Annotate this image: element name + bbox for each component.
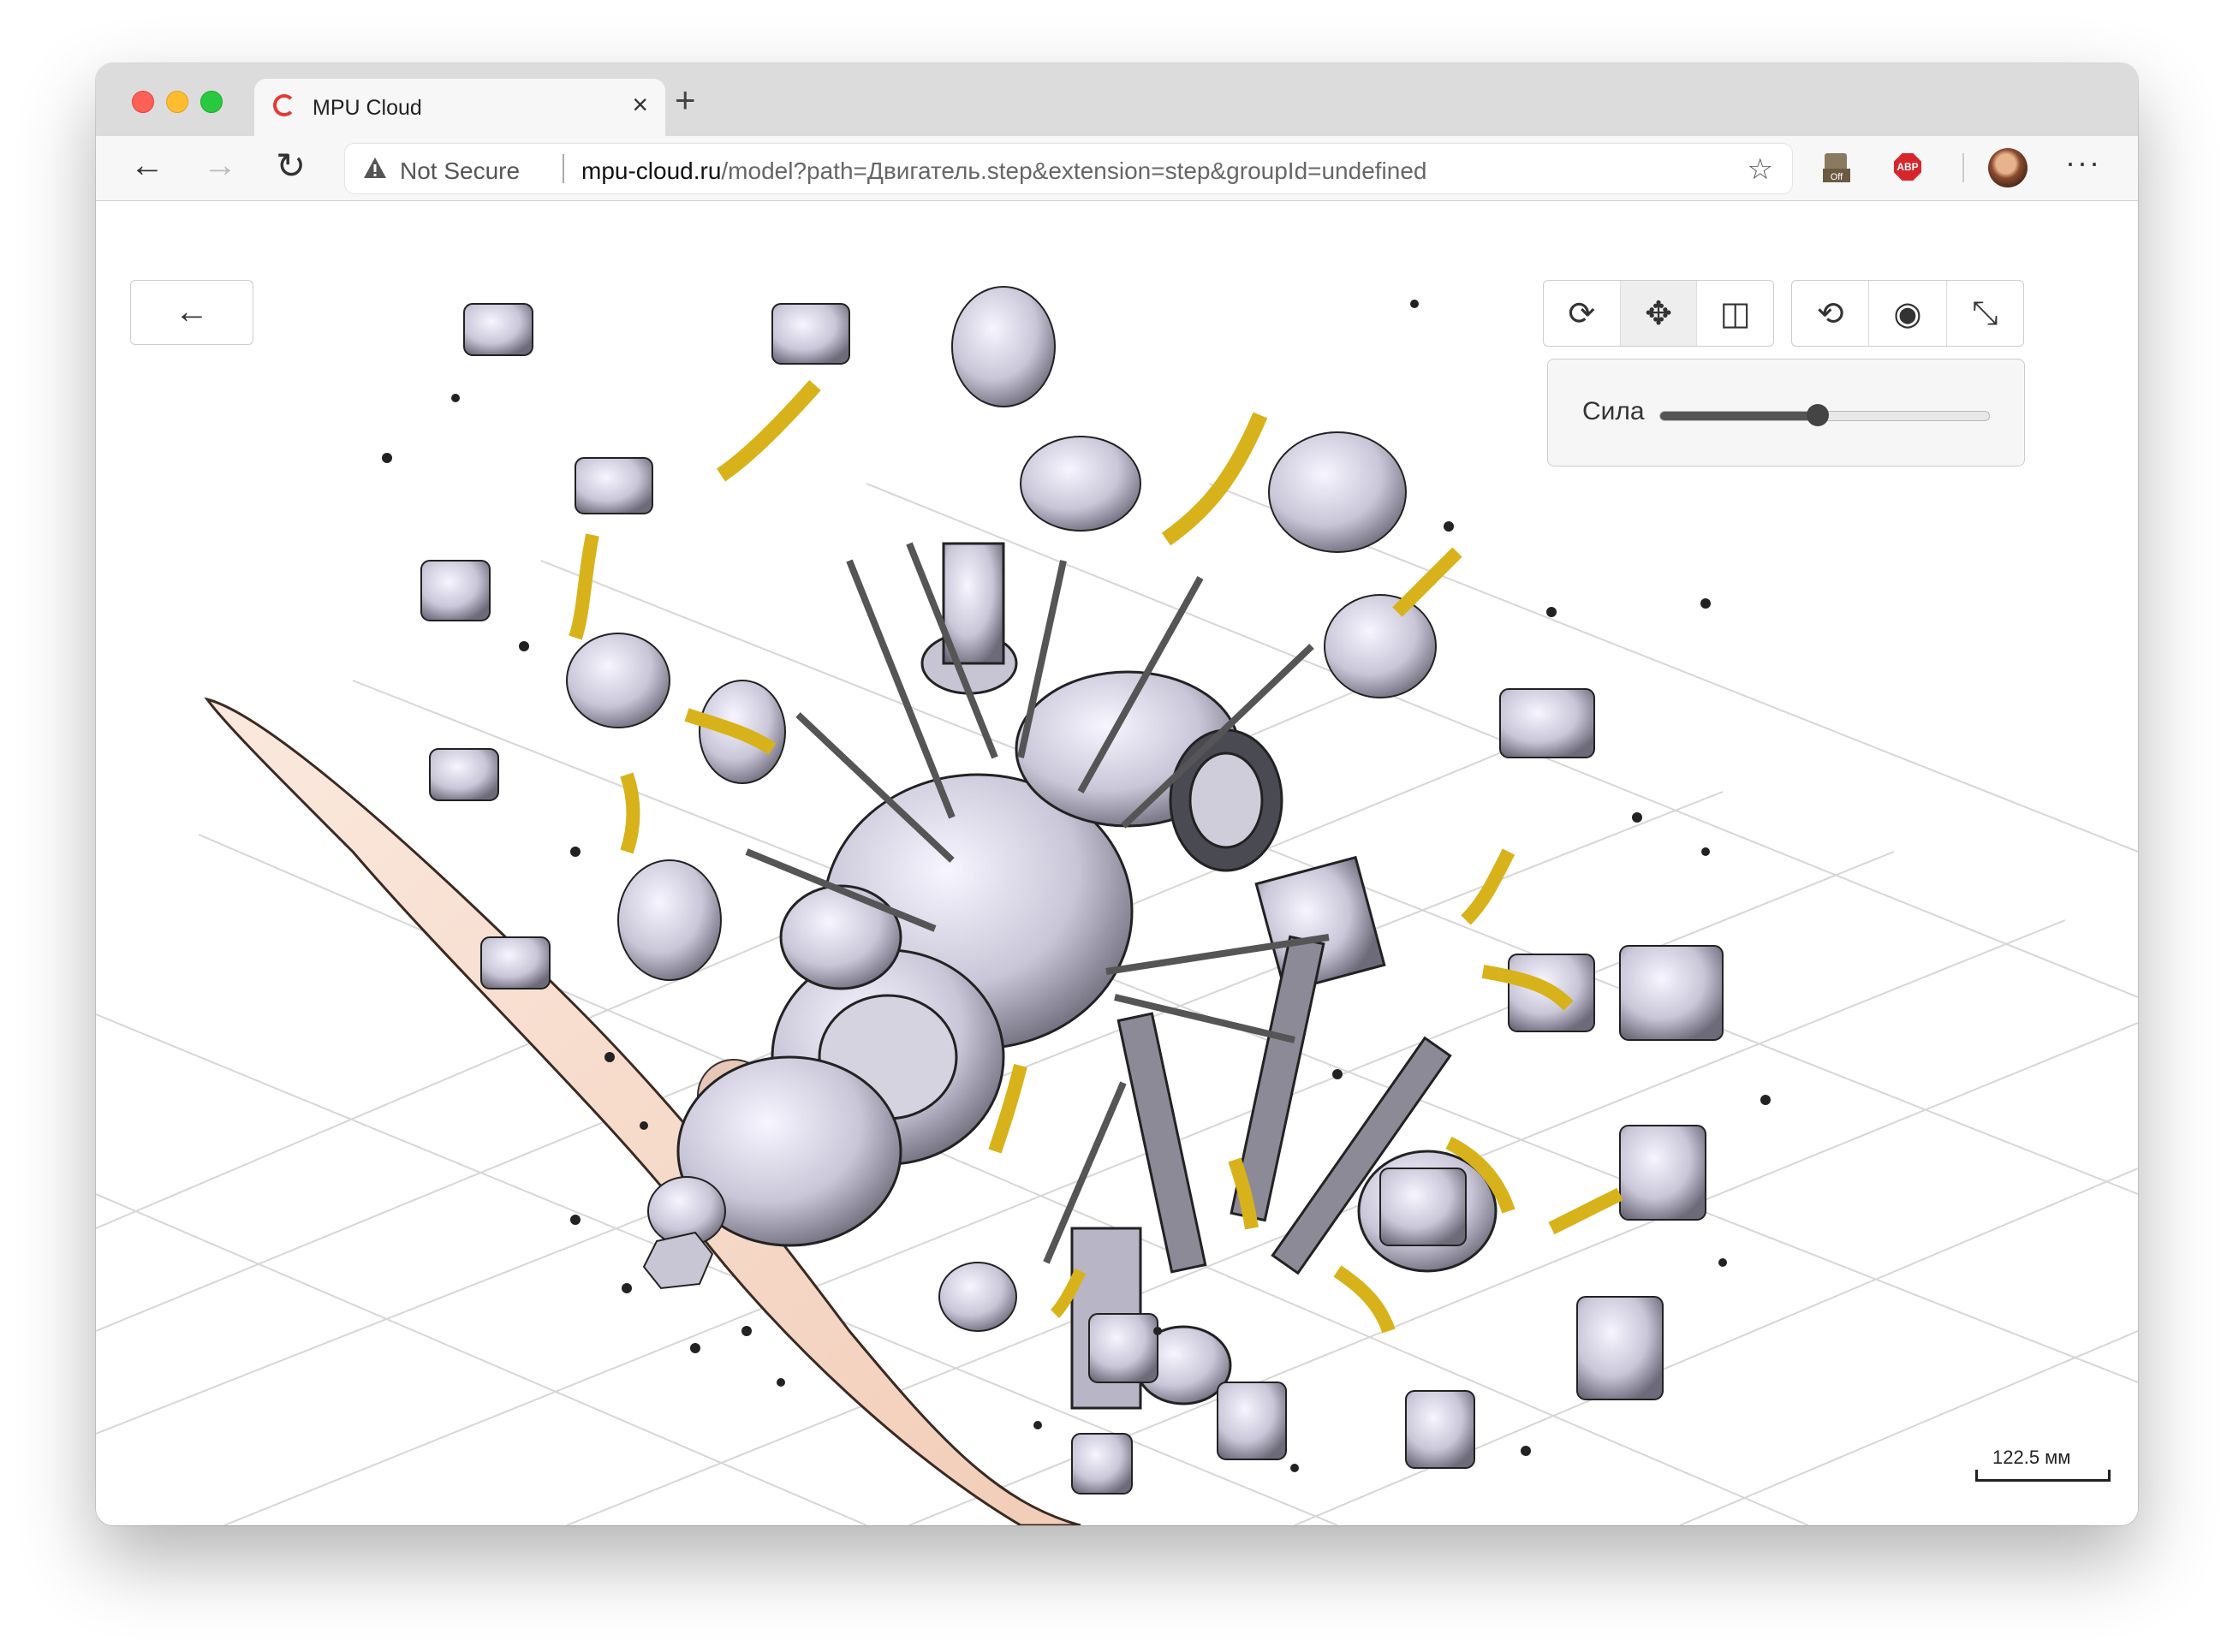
scale-bar [1975, 1470, 2111, 1482]
back-arrow-icon[interactable]: ← [130, 148, 164, 182]
back-button[interactable]: ← [130, 280, 253, 345]
zoom-window-button[interactable] [200, 91, 223, 113]
force-label: Сила [1582, 397, 1645, 425]
visibility-button[interactable]: ◉ [1869, 281, 1947, 346]
move-button[interactable]: ✥ [1620, 281, 1698, 346]
move-icon: ✥ [1645, 295, 1672, 332]
rotate-button[interactable]: ⟳ [1544, 281, 1621, 346]
browser-window: MPU Cloud × + ← → ↻ Not Secure mpu-cloud… [96, 63, 2138, 1525]
close-window-button[interactable] [132, 91, 154, 113]
toolbar-divider [1962, 153, 1964, 182]
view-toolbar: ⟲ ◉ ⤡ [1791, 280, 2024, 347]
visibility-icon: ◉ [1893, 295, 1922, 332]
force-slider-thumb[interactable] [1807, 404, 1830, 426]
url-path: /model?path=Двигатель.step&extension=ste… [721, 157, 1427, 184]
profile-avatar[interactable] [1988, 148, 2028, 187]
security-label[interactable]: Not Secure [400, 157, 520, 185]
force-slider-fill [1660, 412, 1819, 420]
extension-cup-icon[interactable]: Off [1821, 152, 1852, 184]
warning-icon [364, 157, 386, 178]
url-host: mpu-cloud.ru [581, 157, 722, 184]
transform-toolbar: ⟳ ✥ ◫ [1543, 280, 1774, 347]
bookmark-star-icon[interactable]: ☆ [1748, 152, 1773, 187]
new-tab-button[interactable]: + [675, 82, 696, 118]
reload-icon[interactable]: ↻ [276, 148, 306, 184]
explode-button[interactable]: ⤡ [1947, 281, 2023, 346]
tab-mpu-cloud[interactable]: MPU Cloud × [254, 79, 665, 136]
model-viewer[interactable]: ← ⟳ ✥ ◫ ⟲ ◉ ⤡ Сила 122.5 мм [96, 201, 2138, 1525]
tab-strip: MPU Cloud × + [96, 63, 2138, 136]
reset-view-button[interactable]: ⟲ [1792, 281, 1870, 346]
rotate-icon: ⟳ [1568, 295, 1596, 332]
extension-badge: Off [1831, 172, 1843, 182]
more-menu-icon[interactable]: ··· [2065, 145, 2101, 181]
tab-close-icon[interactable]: × [632, 91, 648, 118]
section-button[interactable]: ◫ [1697, 281, 1773, 346]
explode-icon: ⤡ [1972, 294, 1998, 331]
loading-spinner-icon [273, 94, 295, 116]
address-divider [563, 154, 564, 183]
url-text[interactable]: mpu-cloud.ru/model?path=Двигатель.step&e… [581, 157, 1427, 185]
scale-label: 122.5 мм [1992, 1447, 2071, 1468]
browser-toolbar: ← → ↻ Not Secure mpu-cloud.ru/model?path… [96, 136, 2138, 201]
force-slider[interactable] [1659, 404, 1990, 426]
explode-force-panel: Сила [1547, 359, 2025, 466]
section-icon: ◫ [1719, 295, 1751, 332]
reset-view-icon: ⟲ [1816, 295, 1844, 332]
arrow-left-icon: ← [175, 293, 209, 330]
tab-title: MPU Cloud [313, 96, 422, 120]
minimize-window-button[interactable] [166, 91, 188, 113]
adblock-icon[interactable]: ABP [1894, 153, 1921, 181]
forward-arrow-icon[interactable]: → [203, 148, 237, 182]
address-bar[interactable]: Not Secure mpu-cloud.ru/model?path=Двига… [344, 143, 1793, 194]
